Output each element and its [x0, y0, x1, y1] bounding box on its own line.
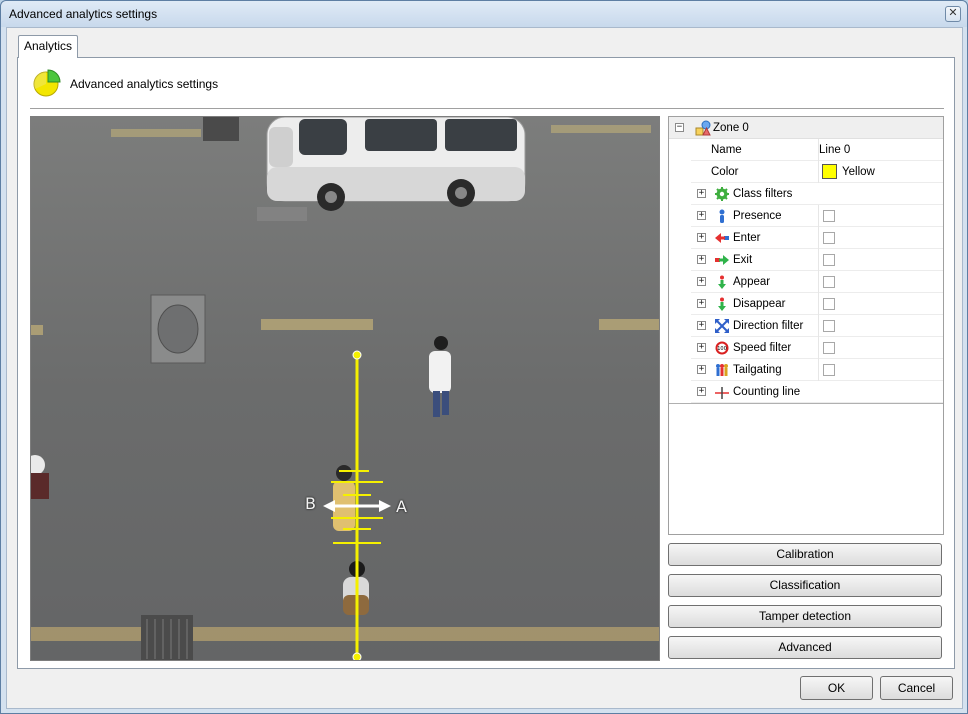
- item-label: Exit: [733, 254, 753, 266]
- item-label: Tailgating: [733, 364, 782, 376]
- title-bar[interactable]: Advanced analytics settings ✕: [1, 1, 967, 27]
- window-title: Advanced analytics settings: [9, 7, 158, 21]
- enter-arrow-icon: [715, 233, 729, 243]
- column-divider: [818, 315, 819, 337]
- expand-icon[interactable]: +: [697, 321, 706, 330]
- item-label: Disappear: [733, 298, 786, 310]
- direction-arrows-icon: [715, 319, 729, 333]
- property-row-exit[interactable]: + Exit: [691, 249, 943, 271]
- item-label: Counting line: [733, 386, 801, 398]
- close-button[interactable]: ✕: [945, 6, 961, 22]
- presence-checkbox[interactable]: [823, 210, 835, 222]
- grid-bottom-border: [669, 403, 943, 404]
- gear-icon: [715, 187, 729, 201]
- column-divider: [818, 205, 819, 227]
- expand-icon[interactable]: +: [697, 343, 706, 352]
- calibration-button[interactable]: Calibration: [668, 543, 942, 566]
- property-row-class-filters[interactable]: + Class filters: [691, 183, 943, 205]
- zone-label: Zone 0: [713, 122, 749, 134]
- dialog-window: Advanced analytics settings ✕ Analytics …: [0, 0, 968, 714]
- exit-arrow-icon: [715, 255, 729, 265]
- dialog-client-area: Analytics Advanced analytics settings B …: [6, 27, 963, 709]
- disappear-icon: [718, 297, 726, 311]
- pedestrian-figure: [333, 465, 355, 531]
- column-divider: [818, 227, 819, 249]
- tab-panel-analytics: Advanced analytics settings B A − Zone 0…: [17, 57, 955, 669]
- column-divider: [818, 271, 819, 293]
- color-value[interactable]: Yellow: [842, 166, 875, 178]
- property-row-presence[interactable]: + Presence: [691, 205, 943, 227]
- property-row-disappear[interactable]: + Disappear: [691, 293, 943, 315]
- expand-icon[interactable]: +: [697, 365, 706, 374]
- exit-checkbox[interactable]: [823, 254, 835, 266]
- property-row-speed-filter[interactable]: + 100 Speed filter: [691, 337, 943, 359]
- enter-checkbox[interactable]: [823, 232, 835, 244]
- property-label: Name: [711, 144, 742, 156]
- header-divider: [30, 108, 944, 109]
- expand-icon[interactable]: +: [697, 387, 706, 396]
- expand-icon[interactable]: +: [697, 189, 706, 198]
- column-divider: [818, 337, 819, 359]
- video-scene: [31, 117, 659, 660]
- expand-icon[interactable]: +: [697, 233, 706, 242]
- tailgating-checkbox[interactable]: [823, 364, 835, 376]
- people-group-icon: [716, 364, 728, 376]
- speed-sign-icon: 100: [715, 341, 729, 355]
- tamper-detection-button[interactable]: Tamper detection: [668, 605, 942, 628]
- property-row-name[interactable]: Name Line 0: [691, 139, 943, 161]
- zone-tree-node[interactable]: − Zone 0: [669, 117, 943, 139]
- collapse-icon[interactable]: −: [675, 123, 684, 132]
- video-preview[interactable]: B A: [30, 116, 660, 661]
- appear-checkbox[interactable]: [823, 276, 835, 288]
- property-row-appear[interactable]: + Appear: [691, 271, 943, 293]
- classification-button[interactable]: Classification: [668, 574, 942, 597]
- property-row-enter[interactable]: + Enter: [691, 227, 943, 249]
- property-row-counting-line[interactable]: + Counting line: [691, 381, 943, 403]
- page-title: Advanced analytics settings: [70, 77, 219, 91]
- property-row-direction-filter[interactable]: + Direction filter: [691, 315, 943, 337]
- column-divider: [818, 161, 819, 183]
- property-row-tailgating[interactable]: + Tailgating: [691, 359, 943, 381]
- cancel-button[interactable]: Cancel: [880, 676, 953, 700]
- direction-filter-checkbox[interactable]: [823, 320, 835, 332]
- speed-sign-text: 100: [717, 346, 727, 352]
- item-label: Enter: [733, 232, 761, 244]
- color-swatch[interactable]: [822, 164, 837, 179]
- expand-icon[interactable]: +: [697, 299, 706, 308]
- person-icon: [719, 209, 725, 223]
- item-label: Speed filter: [733, 342, 792, 354]
- column-divider: [818, 249, 819, 271]
- disappear-checkbox[interactable]: [823, 298, 835, 310]
- appear-icon: [718, 275, 726, 289]
- direction-label-a: A: [396, 497, 407, 516]
- expand-icon[interactable]: +: [697, 277, 706, 286]
- column-divider: [818, 359, 819, 381]
- advanced-button[interactable]: Advanced: [668, 636, 942, 659]
- column-divider: [818, 293, 819, 315]
- item-label: Direction filter: [733, 320, 804, 332]
- zone-shapes-icon: [695, 120, 711, 136]
- counting-line-icon: [715, 387, 729, 399]
- item-label: Appear: [733, 276, 771, 288]
- ok-button[interactable]: OK: [800, 676, 873, 700]
- name-value[interactable]: Line 0: [819, 144, 850, 156]
- property-label: Color: [711, 166, 739, 178]
- pie-chart-icon: [33, 69, 61, 97]
- speed-filter-checkbox[interactable]: [823, 342, 835, 354]
- item-label: Class filters: [733, 188, 793, 200]
- direction-label-b: B: [305, 494, 316, 513]
- property-row-color[interactable]: Color Yellow: [691, 161, 943, 183]
- expand-icon[interactable]: +: [697, 255, 706, 264]
- zone-property-grid: − Zone 0 Name Line 0 Color Yellow + Clas…: [668, 116, 944, 535]
- item-label: Presence: [733, 210, 782, 222]
- tab-analytics[interactable]: Analytics: [18, 35, 78, 58]
- expand-icon[interactable]: +: [697, 211, 706, 220]
